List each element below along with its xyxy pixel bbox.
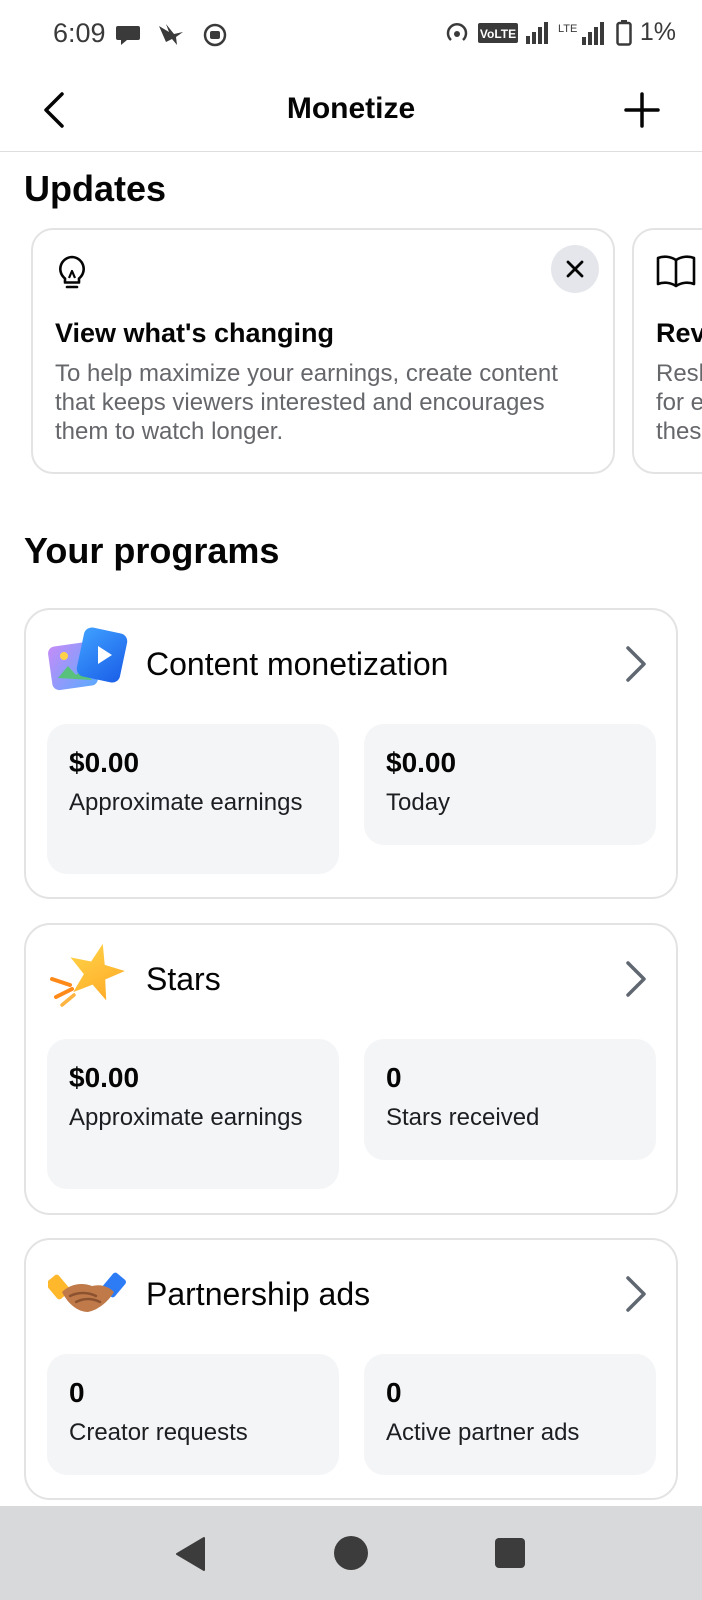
app-header: Monetize [0,70,702,152]
program-header[interactable]: Partnership ads [26,1240,676,1350]
stat-label: Stars received [386,1104,540,1131]
signal-strength-icon [525,21,548,44]
update-title: View what's changing [55,318,334,348]
stat-label: Approximate earnings [69,789,303,816]
program-header[interactable]: Stars [26,925,676,1035]
updates-carousel[interactable]: View what's changing To help maximize yo… [0,228,702,476]
stat-approximate-earnings: $0.00 Approximate earnings [47,724,339,874]
nav-recents-button[interactable] [494,1537,526,1574]
dismiss-update-button[interactable] [551,245,599,293]
chevron-right-icon [626,646,646,682]
status-bar: 6:09 VoLTE LTE 1% [0,0,702,70]
volte-badge-icon: VoLTE [477,22,518,43]
stat-approximate-earnings: $0.00 Approximate earnings [47,1039,339,1189]
lightbulb-icon [59,255,85,289]
stat-value: 0 [386,1377,402,1408]
updates-section-title: Updates [24,168,167,209]
add-button[interactable] [622,90,662,130]
page-title: Monetize [286,92,416,125]
nav-home-button[interactable] [333,1535,369,1576]
stat-stars-received: 0 Stars received [364,1039,656,1160]
chevron-right-icon [626,1276,646,1312]
book-icon [656,255,696,288]
svg-text:LTE: LTE [558,23,577,35]
program-name: Content monetization [146,646,449,682]
stat-today: $0.00 Today [364,724,656,845]
programs-section-title: Your programs [24,530,280,571]
stat-value: 0 [386,1062,402,1093]
update-body: To help maximize your earnings, create c… [55,360,558,445]
svg-text:VoLTE: VoLTE [480,27,516,41]
stat-label: Today [386,789,451,816]
record-icon [203,23,227,47]
chevron-right-icon [626,961,646,997]
nav-back-button[interactable] [174,1536,208,1577]
handshake-icon [48,1272,126,1312]
bird-icon [159,24,183,45]
star-icon [50,943,125,1007]
update-body: Resh for e thes [656,360,702,445]
stat-creator-requests: 0 Creator requests [47,1354,339,1475]
update-card[interactable]: View what's changing To help maximize yo… [31,228,615,474]
program-header[interactable]: Content monetization [26,610,676,720]
triangle-back-icon [176,1537,205,1571]
battery-icon [616,19,632,46]
system-nav-bar [0,1506,702,1600]
update-title: Rev [656,318,702,348]
stat-value: 0 [69,1377,85,1408]
stat-value: $0.00 [69,747,140,778]
update-card[interactable]: Rev Resh for e thes [632,228,702,474]
square-recents-icon [495,1538,525,1568]
program-name: Stars [146,961,221,997]
close-icon [566,260,584,278]
stat-value: $0.00 [69,1062,140,1093]
program-card-stars: Stars $0.00 Approximate earnings 0 Stars… [24,923,678,1215]
status-time: 6:09 [53,18,106,48]
program-card-partnership-ads: Partnership ads 0 Creator requests 0 Act… [24,1238,678,1500]
hotspot-icon [446,22,468,41]
chat-bubble-icon [116,26,140,45]
circle-home-icon [334,1536,368,1570]
stat-label: Creator requests [69,1419,248,1446]
plus-icon [624,92,660,128]
stat-active-partner-ads: 0 Active partner ads [364,1354,656,1475]
program-name: Partnership ads [146,1276,371,1312]
lte-signal-icon: LTE [558,21,604,45]
status-indicators: VoLTE LTE 1% [444,18,676,47]
content-monetization-icon [48,627,128,691]
stat-value: $0.00 [386,747,457,778]
battery-percent: 1% [639,18,676,46]
stat-label: Approximate earnings [69,1104,303,1131]
program-card-content-monetization: Content monetization $0.00 Approximate e… [24,608,678,899]
stat-label: Active partner ads [386,1419,580,1446]
